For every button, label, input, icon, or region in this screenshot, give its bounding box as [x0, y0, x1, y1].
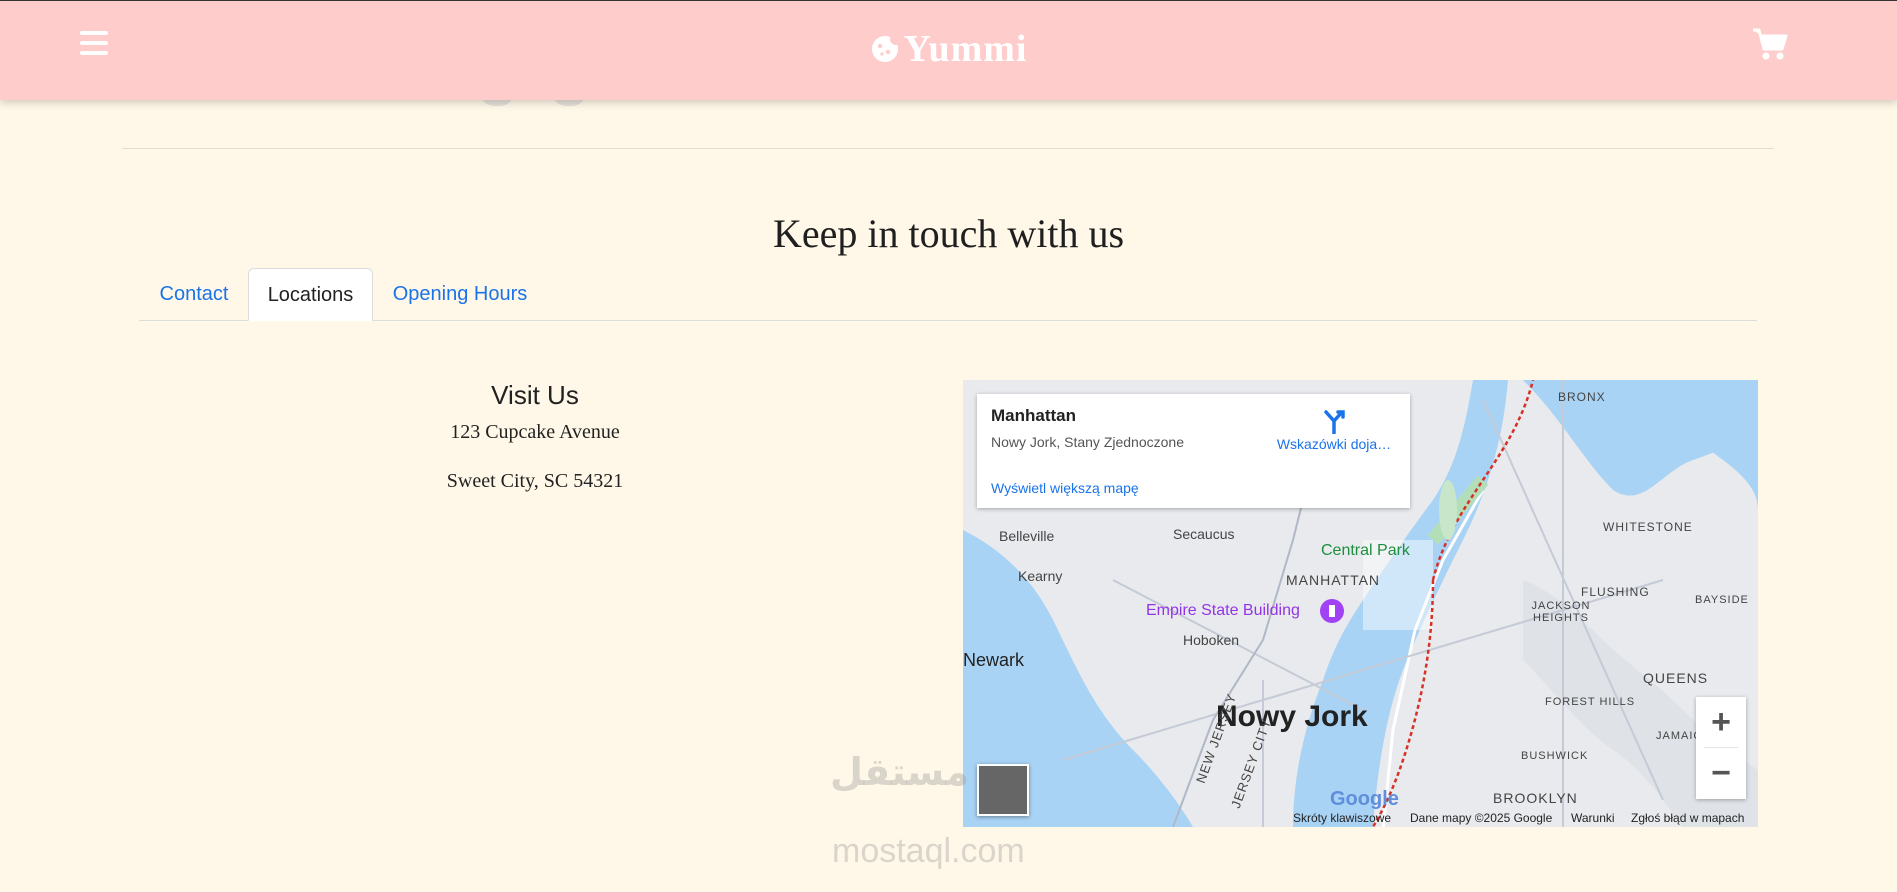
map-label-city: Nowy Jork [1216, 700, 1368, 733]
google-logo-text: Google [1330, 788, 1399, 810]
map-label-central-park: Central Park [1321, 542, 1410, 559]
map-label-newark: Newark [963, 650, 1025, 670]
map-label-whitestone: WHITESTONE [1603, 520, 1693, 534]
tab-opening-hours[interactable]: Opening Hours [379, 268, 541, 320]
google-logo: Google [1330, 788, 1399, 811]
cookie-icon [871, 33, 900, 62]
map-label-empire-state: Empire State Building [1146, 602, 1300, 619]
view-larger-map-link[interactable]: Wyświetl większą mapę [991, 480, 1139, 496]
section-divider [122, 148, 1774, 149]
visit-us: Visit Us 123 Cupcake Avenue Sweet City, … [380, 380, 690, 519]
section-title: Keep in touch with us [772, 211, 1125, 256]
address-line1: 123 Cupcake Avenue [450, 421, 620, 443]
directions-label: Wskazówki doja… [1276, 436, 1392, 452]
visit-heading: Visit Us [491, 380, 579, 410]
map-label-flushing: FLUSHING [1581, 585, 1650, 599]
cart-icon[interactable] [1752, 27, 1788, 61]
map-label-queens: QUEENS [1643, 670, 1709, 686]
brand-name: Yummi [903, 28, 1028, 70]
keyboard-shortcuts-link[interactable]: Skróty klawiszowe [1293, 811, 1391, 825]
brand-logo[interactable]: Yummi [0, 27, 1897, 71]
report-error-link[interactable]: Zgłoś błąd w mapach [1631, 811, 1744, 825]
tab-bar: Contact Locations Opening Hours [139, 268, 1757, 321]
map-footer: Skróty klawiszowe Dane mapy ©2025 Google… [963, 809, 1758, 827]
map-embed[interactable]: Nowy Jork MANHATTAN Central Park Empire … [963, 380, 1758, 827]
watermark-site: mostaql.com [832, 832, 1025, 870]
tab-locations[interactable]: Locations [248, 268, 373, 321]
directions-link[interactable]: Wskazówki doja… [1259, 408, 1409, 452]
map-label-bronx: BRONX [1558, 390, 1606, 404]
navbar: Yummi [0, 0, 1897, 100]
map-label-hoboken: Hoboken [1183, 632, 1240, 648]
map-label-kearny: Kearny [1018, 568, 1063, 584]
map-label-forest-hills: FOREST HILLS [1545, 696, 1636, 708]
map-data-credit: Dane mapy ©2025 Google [1410, 811, 1553, 825]
terms-link[interactable]: Warunki [1571, 811, 1615, 825]
tab-contact[interactable]: Contact [139, 268, 249, 320]
zoom-out-button[interactable]: − [1696, 748, 1746, 798]
zoom-controls: + − [1696, 697, 1746, 799]
map-label-brooklyn: BROOKLYN [1493, 790, 1578, 806]
map-label-jackson-heights: JACKSON HEIGHTS [1531, 600, 1591, 624]
map-label-bayside: BAYSIDE [1695, 594, 1749, 606]
landmark-pin-icon [1320, 599, 1344, 623]
map-label-manhattan: MANHATTAN [1286, 572, 1381, 588]
map-info-card: Manhattan Nowy Jork, Stany Zjednoczone W… [977, 394, 1410, 508]
address-line2: Sweet City, SC 54321 [446, 470, 624, 492]
map-label-belleville: Belleville [999, 528, 1055, 544]
directions-icon [1324, 410, 1345, 434]
map-label-secaucus: Secaucus [1173, 526, 1235, 542]
map-label-bushwick: BUSHWICK [1521, 750, 1589, 762]
zoom-in-button[interactable]: + [1696, 697, 1746, 747]
watermark-arabic: مستقل [830, 752, 969, 794]
